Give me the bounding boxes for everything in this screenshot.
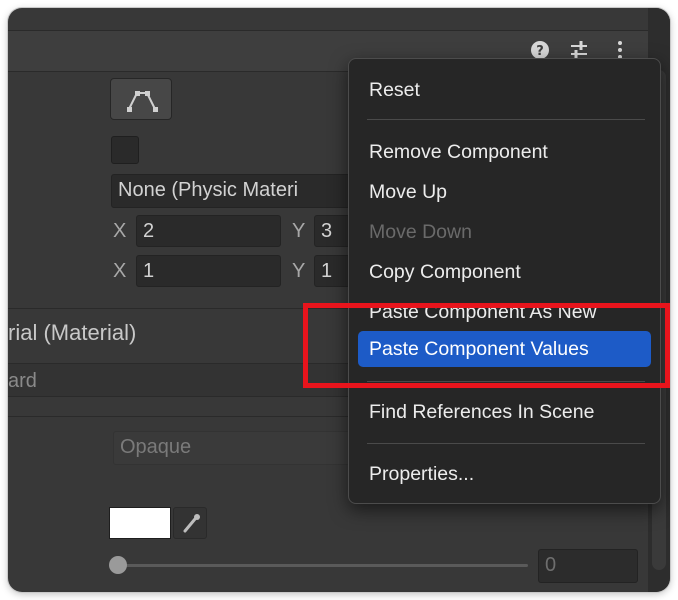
albedo-color-swatch[interactable] — [109, 507, 171, 539]
menu-item-copy-component[interactable]: Copy Component — [369, 259, 521, 285]
menu-item-reset[interactable]: Reset — [369, 77, 420, 103]
offset-y-label: Y — [292, 220, 306, 242]
size-y-label: Y — [292, 260, 306, 282]
inspector-window: ? None (Physic Materi X 2 Y 3 X 1 Y 1 ri… — [8, 8, 670, 592]
material-title[interactable]: rial (Material) — [8, 318, 136, 348]
svg-text:?: ? — [536, 44, 544, 59]
rendering-mode-dropdown[interactable]: Opaque — [113, 431, 363, 465]
edit-collider-icon — [127, 91, 158, 112]
menu-item-properties[interactable]: Properties... — [369, 461, 474, 487]
menu-item-find-references[interactable]: Find References In Scene — [369, 399, 594, 425]
size-x-field[interactable]: 1 — [136, 255, 281, 287]
shader-name: ard — [8, 370, 37, 392]
menu-separator — [367, 443, 645, 444]
eyedropper-button[interactable] — [173, 507, 207, 539]
eyedropper-icon — [183, 514, 200, 533]
is-trigger-checkbox[interactable] — [111, 136, 139, 164]
slider-value-field[interactable]: 0 — [538, 549, 638, 583]
annotation-highlight-box — [303, 303, 670, 388]
size-x-label: X — [113, 260, 127, 282]
menu-item-move-up[interactable]: Move Up — [369, 179, 447, 205]
edit-collider-button[interactable] — [110, 78, 172, 120]
menu-item-move-down: Move Down — [369, 221, 472, 243]
menu-item-remove-component[interactable]: Remove Component — [369, 139, 548, 165]
offset-x-field[interactable]: 2 — [136, 215, 281, 247]
offset-x-label: X — [113, 220, 127, 242]
menu-separator — [367, 119, 645, 120]
slider-track[interactable] — [118, 564, 528, 567]
slider-knob[interactable] — [109, 556, 127, 574]
physics-material-field[interactable]: None (Physic Materi — [111, 174, 371, 208]
component-context-menu: Reset Remove Component Move Up Move Down… — [348, 58, 661, 504]
